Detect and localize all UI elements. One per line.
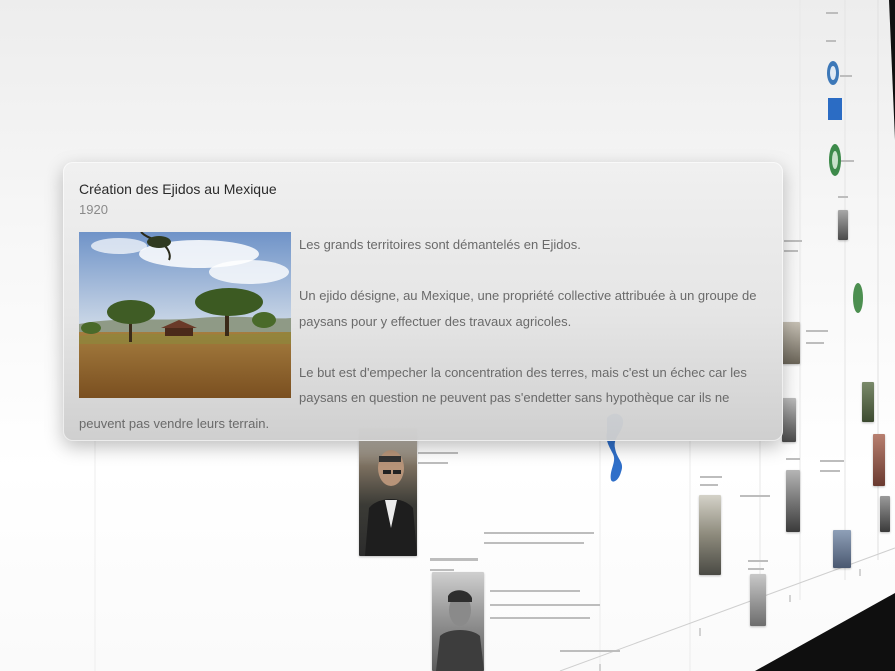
- landscape-photo-icon: [79, 232, 291, 398]
- timeline-scene: Création des Ejidos au Mexique 1920 Les …: [0, 0, 895, 671]
- portrait-figure-icon: [365, 450, 417, 556]
- thumbnail-photo-3[interactable]: [786, 470, 800, 532]
- blue-flag-icon: [828, 98, 842, 120]
- thumbnail-photo-7[interactable]: [880, 496, 890, 532]
- event-year: 1920: [79, 202, 108, 217]
- dark-corner: [755, 593, 895, 671]
- event-title: Création des Ejidos au Mexique: [79, 181, 277, 197]
- event-card[interactable]: Création des Ejidos au Mexique 1920 Les …: [63, 162, 783, 441]
- thumbnail-photo-5[interactable]: [873, 434, 885, 486]
- portrait-photo-2[interactable]: [432, 572, 484, 671]
- un-emblem-icon: [827, 61, 839, 85]
- thumbnail-photo-1[interactable]: [782, 322, 800, 364]
- thumbnail-photo-8[interactable]: [838, 210, 848, 240]
- portrait-photo-1[interactable]: [359, 428, 417, 556]
- event-photo[interactable]: [79, 232, 291, 398]
- green-emblem-icon: [829, 144, 841, 176]
- dark-edge-top: [889, 0, 895, 140]
- thumbnail-photo-4[interactable]: [862, 382, 874, 422]
- green-emblem-icon-2: [853, 283, 863, 313]
- thumbnail-photo-2[interactable]: [782, 398, 796, 442]
- portrait-figure-icon-2: [436, 590, 484, 671]
